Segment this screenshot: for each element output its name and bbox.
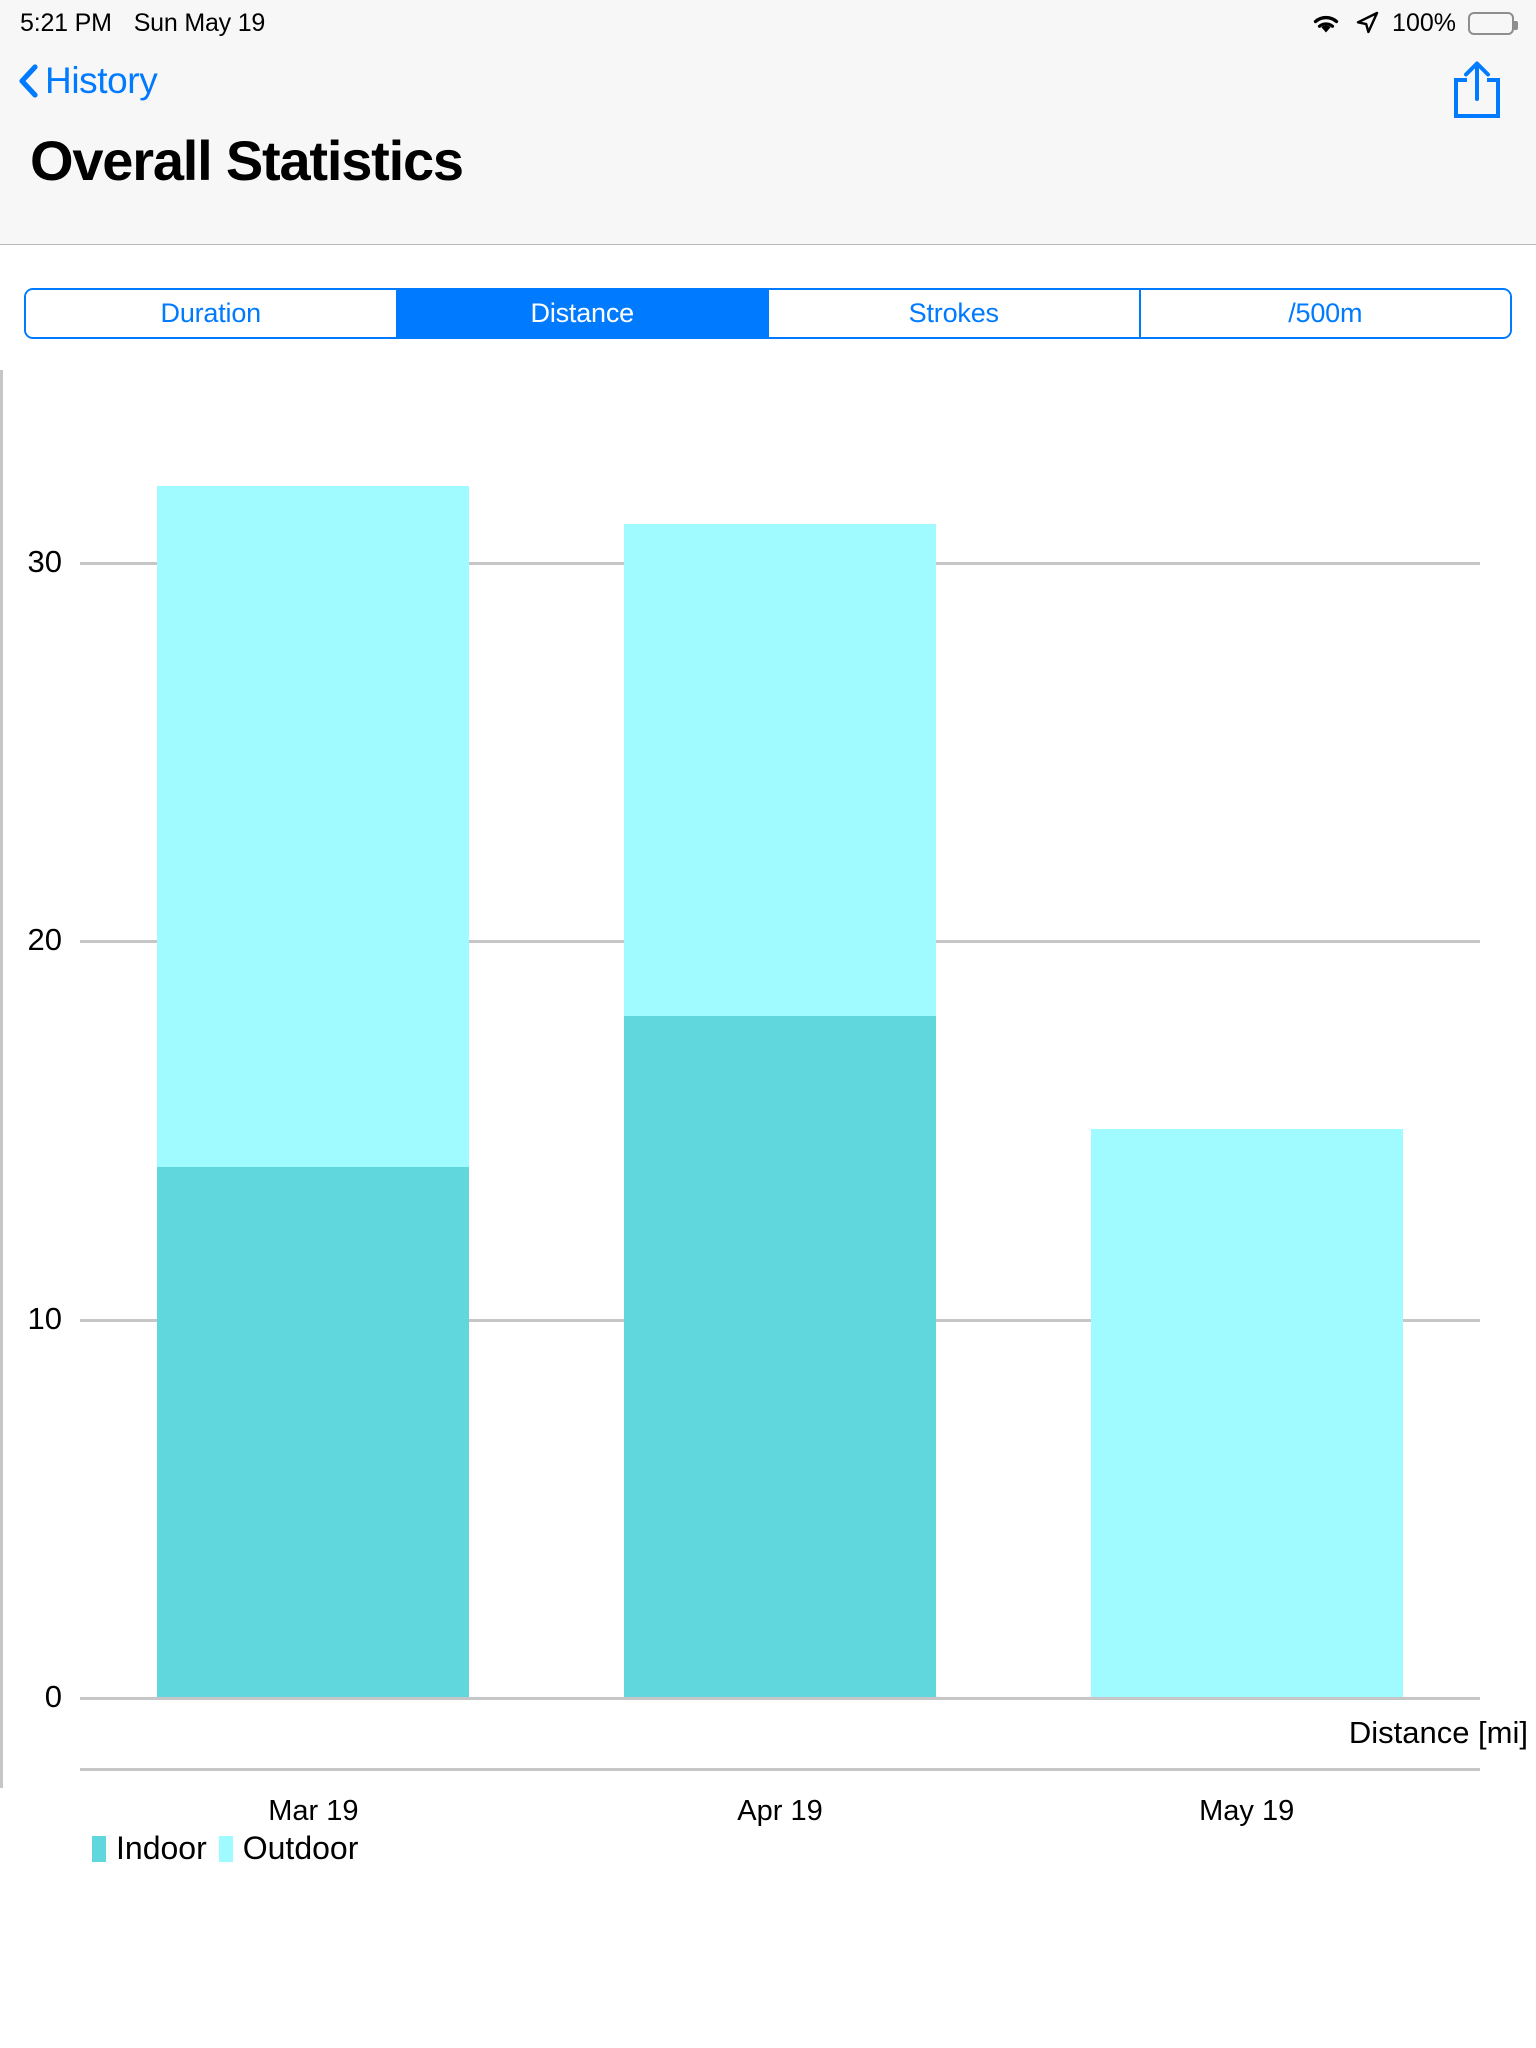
bar-segment-indoor bbox=[624, 1015, 936, 1697]
battery-percent-label: 100% bbox=[1392, 8, 1456, 37]
share-icon bbox=[1448, 61, 1506, 124]
legend-swatch-outdoor bbox=[218, 1835, 233, 1862]
chart-y-axis bbox=[0, 370, 3, 1788]
legend-label-outdoor: Outdoor bbox=[242, 1830, 359, 1866]
chevron-left-icon bbox=[18, 64, 38, 98]
tab-distance-label: Distance bbox=[530, 298, 635, 328]
legend-swatch-indoor bbox=[92, 1835, 106, 1862]
x-tick-label: Mar 19 bbox=[268, 1795, 359, 1827]
y-tick-label: 30 bbox=[27, 543, 62, 579]
back-button-label: History bbox=[45, 60, 158, 101]
x-tick-label: Apr 19 bbox=[737, 1795, 823, 1827]
chart-axis-label: Distance [mi] bbox=[1348, 1715, 1528, 1750]
legend-label-indoor: Indoor bbox=[116, 1830, 207, 1866]
tab-distance[interactable]: Distance bbox=[397, 290, 769, 337]
legend-item-outdoor: Outdoor bbox=[218, 1830, 359, 1867]
chart-legend: Indoor Outdoor bbox=[92, 1830, 358, 1867]
y-tick-label: 0 bbox=[44, 1679, 62, 1714]
navigation-bar: History Overall Statistics bbox=[0, 46, 1536, 245]
bar-may-19 bbox=[1090, 1129, 1403, 1697]
status-bar-left: 5:21 PM Sun May 19 bbox=[20, 9, 265, 38]
status-bar: 5:21 PM Sun May 19 100% bbox=[0, 0, 1536, 46]
y-tick-label: 10 bbox=[27, 1300, 62, 1336]
tab-per-500m[interactable]: /500m bbox=[1140, 290, 1510, 337]
tab-strokes[interactable]: Strokes bbox=[769, 290, 1141, 337]
x-tick-label: May 19 bbox=[1199, 1795, 1295, 1827]
tab-duration[interactable]: Duration bbox=[26, 290, 398, 337]
status-bar-right: 100% bbox=[1310, 8, 1518, 38]
location-arrow-icon bbox=[1354, 10, 1380, 36]
tab-duration-label: Duration bbox=[160, 298, 262, 328]
tab-per-500m-label: /500m bbox=[1288, 298, 1363, 328]
gridline-0 bbox=[80, 1697, 1480, 1700]
bar-segment-outdoor bbox=[1090, 1129, 1403, 1697]
bar-mar-19 bbox=[157, 485, 470, 1697]
back-button[interactable]: History bbox=[18, 60, 158, 102]
y-tick-label: 20 bbox=[27, 922, 62, 957]
statistics-segmented-control[interactable]: Duration Distance Strokes /500m bbox=[24, 288, 1512, 339]
distance-bar-chart: 0 10 20 30 Mar 19 Apr 19 May 19 Distance [mi]… bbox=[0, 340, 1536, 1866]
chart-x-axis bbox=[80, 1768, 1480, 1771]
legend-item-indoor: Indoor bbox=[92, 1830, 207, 1867]
bar-segment-outdoor bbox=[157, 485, 470, 1168]
wifi-icon bbox=[1310, 11, 1342, 35]
bar-segment-outdoor bbox=[624, 523, 936, 1016]
page-title: Overall Statistics bbox=[30, 129, 464, 192]
bar-segment-indoor bbox=[157, 1167, 470, 1697]
status-time: 5:21 PM bbox=[20, 8, 112, 37]
status-date: Sun May 19 bbox=[133, 8, 266, 37]
share-button[interactable] bbox=[1448, 58, 1506, 120]
tab-strokes-label: Strokes bbox=[908, 298, 999, 328]
battery-full-icon bbox=[1468, 11, 1518, 35]
bar-apr-19 bbox=[624, 523, 936, 1697]
